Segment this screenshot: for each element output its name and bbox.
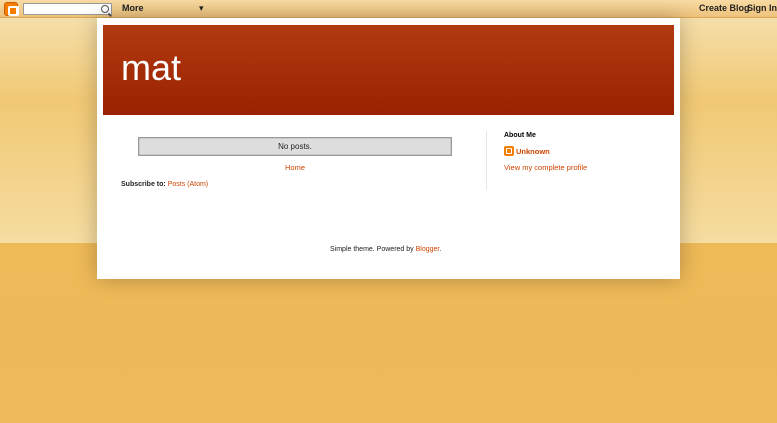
blogger-navbar: More ▾ Create Blog Sign In bbox=[0, 0, 777, 18]
blogger-link[interactable]: Blogger bbox=[416, 246, 440, 253]
footer-text: Simple theme. Powered by bbox=[330, 246, 416, 253]
footer-suffix: . bbox=[439, 246, 442, 253]
blogger-profile-icon bbox=[504, 146, 514, 156]
create-blog-link[interactable]: Create Blog bbox=[699, 3, 750, 13]
blogger-logo-icon[interactable] bbox=[4, 2, 19, 16]
footer-attribution: Simple theme. Powered by Blogger. bbox=[330, 246, 441, 253]
blog-title[interactable]: mat bbox=[121, 47, 181, 89]
chevron-down-icon[interactable]: ▾ bbox=[199, 3, 204, 14]
subscribe-label: Subscribe to: bbox=[121, 181, 168, 188]
no-posts-message: No posts. bbox=[138, 137, 452, 156]
home-link[interactable]: Home bbox=[285, 163, 305, 172]
profile-name-link[interactable]: Unknown bbox=[516, 147, 550, 156]
content-outer: mat No posts. Home Subscribe to: Posts (… bbox=[97, 18, 680, 279]
about-me-heading: About Me bbox=[504, 132, 536, 139]
blog-header: mat bbox=[103, 25, 674, 115]
posts-atom-link[interactable]: Posts (Atom) bbox=[168, 181, 208, 188]
view-profile-link[interactable]: View my complete profile bbox=[504, 163, 587, 172]
more-menu-button[interactable]: More bbox=[122, 3, 144, 13]
search-input[interactable] bbox=[23, 3, 112, 15]
sign-in-link[interactable]: Sign In bbox=[747, 3, 777, 13]
subscribe-section: Subscribe to: Posts (Atom) bbox=[121, 181, 208, 188]
sidebar-divider bbox=[486, 131, 487, 190]
search-icon[interactable] bbox=[101, 5, 109, 13]
